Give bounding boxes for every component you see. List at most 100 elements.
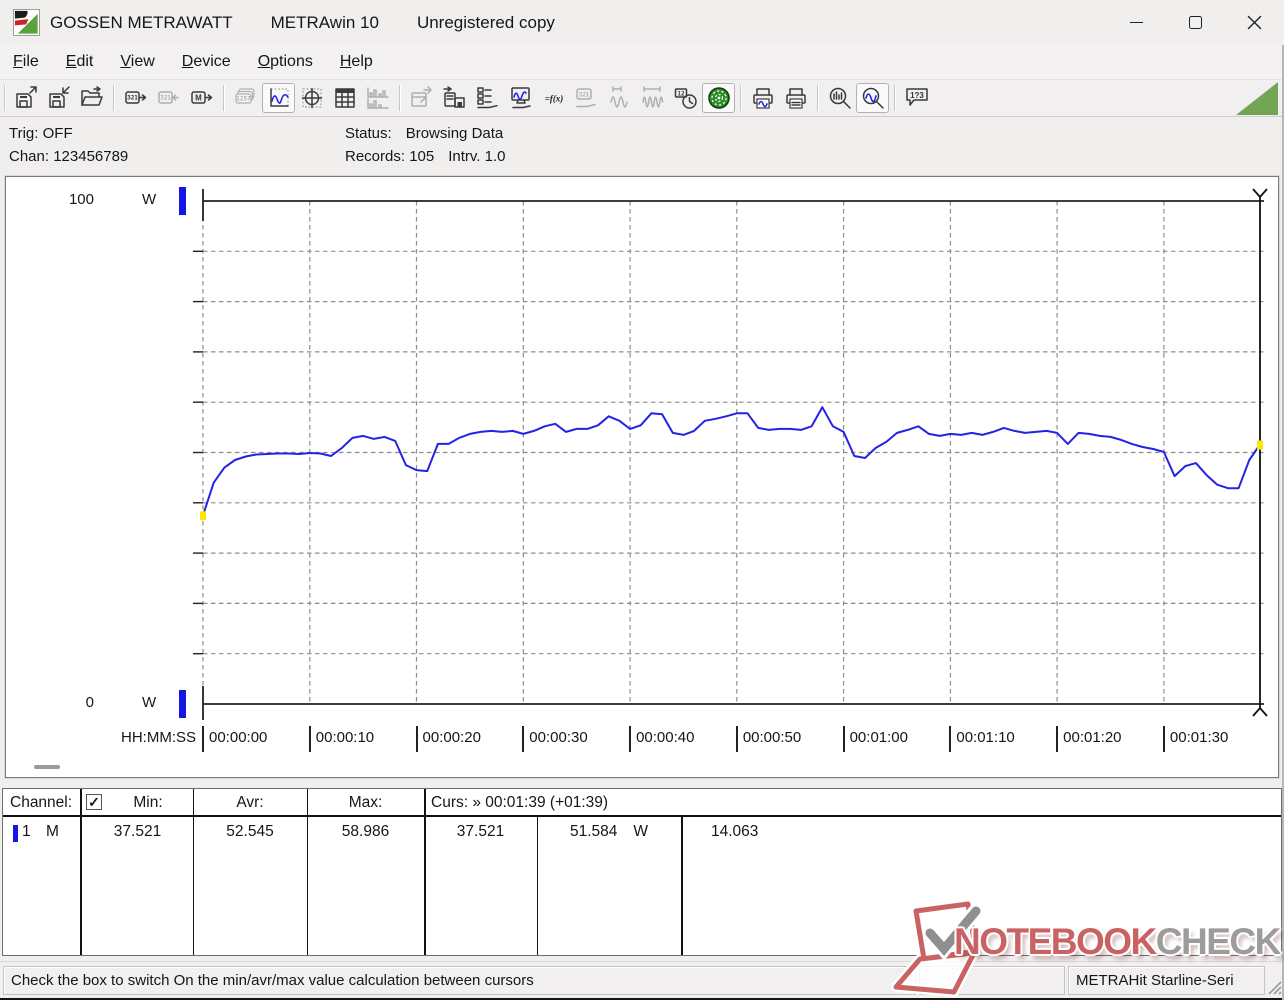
view-histogram-button	[361, 83, 394, 113]
annotation-icon: 1?3	[905, 88, 928, 106]
display-settings-icon	[510, 87, 531, 109]
channel-settings-button[interactable]	[471, 83, 504, 113]
cursor-handle-bottom[interactable]	[1252, 704, 1268, 717]
resize-grip[interactable]	[1266, 979, 1282, 995]
view-curve-icon	[269, 88, 289, 107]
toolbar-grip	[4, 85, 5, 111]
zoom-select-button[interactable]	[856, 83, 889, 113]
cursor2-value: 51.584	[569, 823, 618, 840]
records-count: Records: 105	[345, 148, 435, 165]
x-tick-label: 00:01:20	[1056, 726, 1122, 752]
cursor1-marker	[200, 511, 206, 521]
x-tick-label: 00:00:40	[629, 726, 694, 752]
menu-item-file[interactable]: File	[4, 49, 48, 75]
svg-text:M: M	[195, 94, 202, 103]
close-icon	[1247, 15, 1262, 30]
menu-item-view[interactable]: View	[111, 49, 163, 75]
target-live-icon	[707, 87, 730, 109]
y-axis-bottom-marker	[179, 690, 186, 718]
load-file-icon	[15, 86, 37, 108]
cursor1-value: 37.521	[456, 823, 505, 840]
save-file-icon	[48, 86, 70, 108]
formula-fx-button[interactable]: =f(x)	[537, 83, 570, 113]
print-button[interactable]	[779, 83, 812, 113]
toolbar: 321 321 M 1257 =f(x) 321 12 1?3	[0, 79, 1284, 117]
zoom-select-icon	[862, 87, 884, 109]
display-settings-button[interactable]	[504, 83, 537, 113]
status-label: Status:	[345, 125, 392, 142]
x-tick-label: 00:00:10	[308, 726, 374, 752]
write-321-button: 321	[152, 83, 185, 113]
write-321-icon: 321	[157, 91, 179, 104]
record-to-disk-icon	[442, 86, 465, 108]
zoom-full-icon	[829, 87, 851, 109]
y-axis-min-label: 0	[85, 694, 94, 711]
resize-corner-triangle[interactable]	[1236, 82, 1278, 115]
toolbar-separator	[740, 85, 741, 111]
display-1257-icon: 1257	[234, 88, 255, 104]
time-settings-button[interactable]: 12	[669, 83, 702, 113]
print-preview-button[interactable]	[746, 83, 779, 113]
table-divider	[193, 789, 194, 955]
view-curve-button[interactable]	[262, 83, 295, 113]
channel-settings-icon	[476, 87, 498, 109]
svg-text:321: 321	[127, 95, 138, 102]
header-max: Max:	[348, 794, 383, 811]
zoom-full-button[interactable]	[823, 83, 856, 113]
values-table: Channel: Min: Avr: Max: Curs: » 00:01:39…	[2, 788, 1282, 956]
open-folder-button[interactable]	[75, 83, 108, 113]
header-min: Min:	[133, 794, 163, 811]
menu-item-device[interactable]: Device	[173, 49, 240, 75]
device-settings-button: 321	[570, 83, 603, 113]
save-file-button[interactable]	[42, 83, 75, 113]
x-tick-label: 00:01:10	[949, 726, 1015, 752]
x-tick-label: 00:00:50	[735, 726, 801, 752]
view-xy-button[interactable]	[295, 83, 328, 113]
status-bar: Check the box to switch On the min/avr/m…	[0, 961, 1284, 998]
toolbar-separator	[223, 85, 224, 111]
x-tick-label: 00:01:00	[842, 726, 908, 752]
max-value: 58.986	[341, 823, 390, 840]
chart-frame	[202, 189, 1264, 720]
time-settings-icon: 12	[674, 88, 697, 109]
maximize-icon	[1189, 16, 1202, 29]
license-status: Unregistered copy	[416, 12, 555, 32]
close-button[interactable]	[1225, 0, 1284, 45]
y-axis-max-label: 100	[68, 191, 94, 208]
wave-expand-button	[636, 83, 669, 113]
power-trace	[202, 406, 1261, 516]
record-to-disk-button[interactable]	[438, 83, 471, 113]
export-picture-button	[405, 83, 438, 113]
minimize-button[interactable]	[1107, 0, 1166, 45]
header-channel: Channel:	[10, 794, 73, 811]
maximize-button[interactable]	[1166, 0, 1225, 45]
y-axis-top-marker	[179, 187, 186, 215]
annotation-button[interactable]: 1?3	[900, 83, 933, 113]
cursor-handle-top[interactable]	[1252, 188, 1268, 201]
load-file-button[interactable]	[9, 83, 42, 113]
svg-text:12: 12	[677, 91, 685, 98]
menu-item-help[interactable]: Help	[331, 49, 382, 75]
minmax-checkbox[interactable]	[86, 794, 102, 810]
channel-number: 1	[22, 823, 31, 840]
target-live-button[interactable]	[702, 83, 735, 113]
view-table-button[interactable]	[328, 83, 361, 113]
toolbar-separator	[399, 85, 400, 111]
window-controls	[1107, 0, 1284, 45]
read-memory-button[interactable]: M	[185, 83, 218, 113]
measurement-info: Trig: OFF Chan: 123456789 Status: Browsin…	[0, 117, 1284, 176]
toolbar-separator	[894, 85, 895, 111]
cursor2-unit: W	[633, 823, 649, 840]
x-tick-label: 00:00:00	[202, 726, 267, 752]
menu-item-edit[interactable]: Edit	[57, 49, 103, 75]
menu-item-options[interactable]: Options	[249, 49, 322, 75]
cursor2-marker	[1257, 440, 1263, 450]
y-axis-unit-bottom: W	[142, 694, 157, 711]
read-memory-icon: M	[190, 91, 212, 104]
read-321-button[interactable]: 321	[119, 83, 152, 113]
svg-text:321: 321	[160, 95, 171, 102]
delta-value: 14.063	[711, 823, 759, 840]
table-divider	[424, 789, 426, 955]
chart-scrollbar-thumb[interactable]	[34, 765, 60, 769]
open-folder-icon	[80, 86, 103, 106]
